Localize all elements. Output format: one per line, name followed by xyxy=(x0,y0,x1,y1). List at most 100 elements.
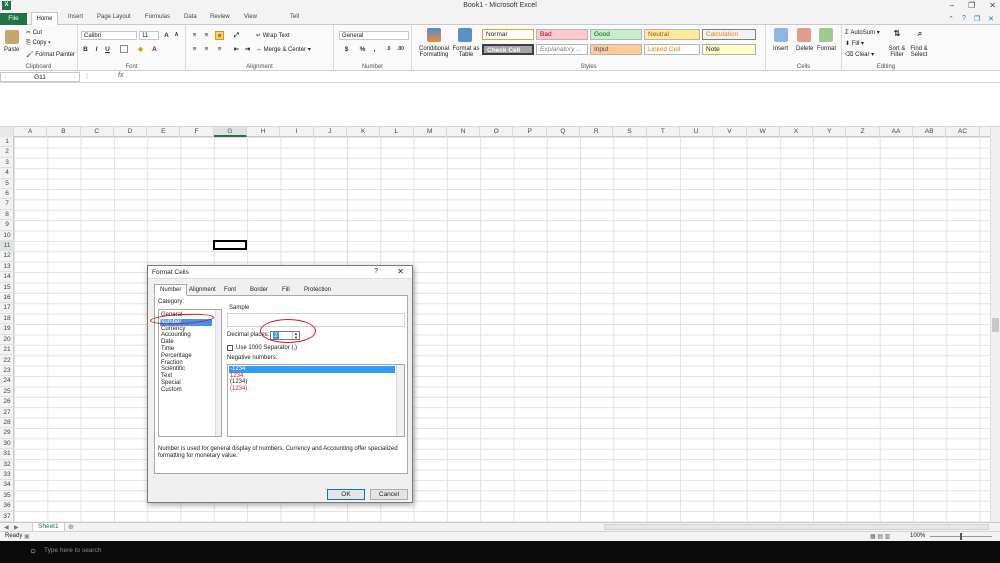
row-header[interactable]: 16 xyxy=(0,293,14,304)
row-header[interactable]: 26 xyxy=(0,397,14,408)
column-header[interactable]: G xyxy=(213,127,248,137)
column-header[interactable]: D xyxy=(114,127,148,137)
column-header[interactable]: B xyxy=(47,127,81,137)
row-header[interactable]: 14 xyxy=(0,272,14,283)
column-header[interactable]: Y xyxy=(813,127,847,137)
column-header[interactable]: X xyxy=(780,127,814,137)
format-button[interactable]: Format xyxy=(817,46,836,52)
row-header[interactable]: 37 xyxy=(0,512,14,522)
paste-icon[interactable] xyxy=(5,30,19,44)
tab-view[interactable]: View xyxy=(244,14,257,20)
row-header[interactable]: 22 xyxy=(0,356,14,366)
increase-decimal-icon[interactable]: .0 xyxy=(384,45,393,54)
minimize-ribbon-icon[interactable]: ⌃ xyxy=(948,15,954,23)
taskbar-search-input[interactable]: Type here to search xyxy=(44,547,101,554)
row-header[interactable]: 17 xyxy=(0,303,14,314)
style-explanatory[interactable]: Explanatory ... xyxy=(536,44,588,55)
row-header[interactable]: 24 xyxy=(0,376,14,387)
clear-button[interactable]: ⌫ Clear ▾ xyxy=(845,51,874,58)
autosum-button[interactable]: Σ AutoSum ▾ xyxy=(845,29,880,36)
column-header[interactable]: C xyxy=(81,127,114,137)
row-header[interactable]: 11 xyxy=(0,241,14,252)
dialog-help-button[interactable]: ? xyxy=(374,268,378,275)
row-header[interactable]: 34 xyxy=(0,480,14,491)
italic-icon[interactable]: I xyxy=(92,45,101,54)
row-header[interactable]: 15 xyxy=(0,283,14,294)
selected-cell[interactable] xyxy=(213,240,247,250)
row-header[interactable]: 7 xyxy=(0,199,14,210)
find-select-button[interactable]: Find & Select xyxy=(909,46,929,58)
tab-data[interactable]: Data xyxy=(184,14,197,20)
category-list[interactable]: General Number Currency Accounting Date Time P… xyxy=(158,309,222,437)
column-header[interactable]: Z xyxy=(847,127,880,137)
align-center-icon[interactable]: ≡ xyxy=(202,45,211,54)
negative-number-option[interactable]: -1234 xyxy=(229,366,395,373)
insert-function-icon[interactable]: fx xyxy=(118,72,123,79)
comma-icon[interactable]: , xyxy=(370,45,379,54)
row-header[interactable]: 30 xyxy=(0,439,14,450)
restore-icon[interactable]: ❐ xyxy=(968,1,975,10)
tab-fill[interactable]: Fill xyxy=(276,284,296,295)
column-header[interactable]: T xyxy=(647,127,680,137)
font-size-select[interactable]: 11 xyxy=(139,31,159,40)
merge-center-button[interactable]: ⇔ Merge & Center ▾ xyxy=(256,46,311,53)
negative-number-option[interactable]: (1234) xyxy=(229,386,395,393)
tab-formulas[interactable]: Formulas xyxy=(145,14,170,20)
row-header[interactable]: 1 xyxy=(0,137,14,148)
tab-border[interactable]: Border xyxy=(244,284,274,295)
negative-numbers-scrollbar[interactable] xyxy=(396,365,404,436)
negative-number-option[interactable]: (1234) xyxy=(229,379,395,386)
column-header[interactable]: AB xyxy=(913,127,947,137)
tab-page-layout[interactable]: Page Layout xyxy=(97,14,131,20)
zoom-level[interactable]: 100% xyxy=(910,533,925,539)
negative-numbers-list[interactable]: -1234 1234 (1234) (1234) xyxy=(227,364,405,437)
delete-button[interactable]: Delete xyxy=(796,46,813,52)
view-buttons[interactable]: ▦ ▤ ▥ xyxy=(870,533,890,540)
column-header[interactable]: W xyxy=(747,127,780,137)
row-header[interactable]: 32 xyxy=(0,460,14,470)
column-header[interactable]: L xyxy=(380,127,414,137)
column-header[interactable]: AC xyxy=(946,127,980,137)
column-header[interactable]: Q xyxy=(547,127,581,137)
column-header[interactable]: I xyxy=(280,127,314,137)
sheet-nav-right-icon[interactable]: ▶ xyxy=(14,524,19,531)
currency-icon[interactable]: $ xyxy=(342,45,351,54)
decrease-decimal-icon[interactable]: .00 xyxy=(396,45,405,54)
row-header[interactable]: 2 xyxy=(0,147,14,158)
category-scrollbar[interactable] xyxy=(215,310,221,436)
fill-button[interactable]: ⬇ Fill ▾ xyxy=(845,40,864,47)
tab-home[interactable]: Home xyxy=(31,12,58,25)
column-header[interactable]: V xyxy=(713,127,747,137)
column-header[interactable]: F xyxy=(181,127,214,137)
row-header[interactable]: 3 xyxy=(0,158,14,169)
column-header[interactable]: S xyxy=(613,127,647,137)
search-icon[interactable]: ○ xyxy=(30,546,36,557)
horizontal-scrollbar[interactable] xyxy=(604,524,989,530)
close-icon[interactable]: ✕ xyxy=(989,1,996,10)
thousands-separator-checkbox[interactable] xyxy=(227,345,233,351)
tab-alignment[interactable]: Alignment xyxy=(183,284,222,295)
shrink-font-icon[interactable]: A xyxy=(172,31,181,40)
restore-window-icon[interactable]: ❐ xyxy=(974,15,980,23)
row-header[interactable]: 25 xyxy=(0,387,14,398)
grow-font-icon[interactable]: A xyxy=(162,31,171,40)
row-header[interactable]: 12 xyxy=(0,251,14,262)
row-header[interactable]: 27 xyxy=(0,408,14,418)
vertical-scrollbar[interactable] xyxy=(990,127,1000,522)
column-header[interactable]: AA xyxy=(880,127,914,137)
fill-color-icon[interactable]: ◆ xyxy=(136,45,145,54)
column-header[interactable]: E xyxy=(147,127,181,137)
align-right-icon[interactable]: ≡ xyxy=(215,45,224,54)
macro-record-icon[interactable]: ▣ xyxy=(24,533,30,540)
increase-indent-icon[interactable]: ⇥ xyxy=(243,45,252,54)
font-name-select[interactable]: Calibri xyxy=(81,31,137,40)
decrease-indent-icon[interactable]: ⇤ xyxy=(232,45,241,54)
row-header[interactable]: 6 xyxy=(0,189,14,200)
insert-button[interactable]: Insert xyxy=(773,46,788,52)
sheet-nav-left-icon[interactable]: ◀ xyxy=(4,524,9,531)
column-header[interactable]: M xyxy=(414,127,447,137)
underline-icon[interactable]: U xyxy=(103,45,112,54)
align-middle-icon[interactable]: ≡ xyxy=(202,31,211,40)
cut-button[interactable]: ✂ Cut xyxy=(26,29,42,36)
format-painter-button[interactable]: 🖌 Format Painter xyxy=(26,51,75,58)
